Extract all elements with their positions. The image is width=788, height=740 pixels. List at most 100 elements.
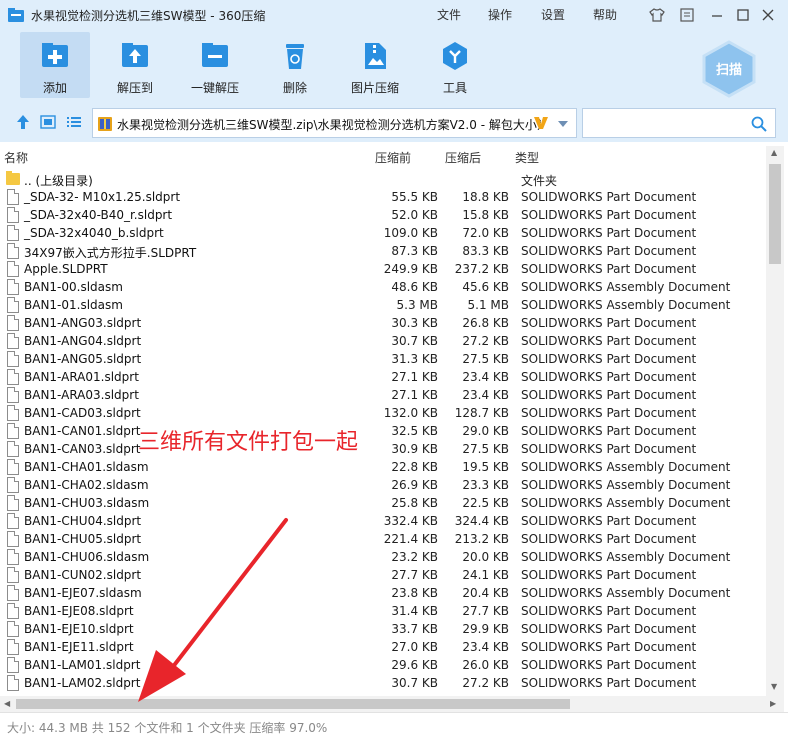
skin-button[interactable] [646, 4, 668, 26]
file-packed-size: 20.4 KB [462, 586, 509, 600]
column-name[interactable]: 名称 [4, 149, 28, 166]
file-name: BAN1-ANG05.sldprt [24, 352, 142, 366]
file-type: SOLIDWORKS Part Document [521, 640, 697, 654]
file-row[interactable]: _SDA-32x4040_b.sldprt 109.0 KB 72.0 KB SOLI… [0, 224, 766, 242]
file-packed-size: 15.8 KB [462, 208, 509, 222]
file-row[interactable]: BAN1-CHU03.sldasm 25.8 KB 22.5 KB SOLIDWORK… [0, 494, 766, 512]
file-type: SOLIDWORKS Part Document [521, 622, 697, 636]
file-name: Apple.SLDPRT [24, 262, 108, 276]
file-packed-size: 324.4 KB [454, 514, 509, 528]
vertical-scroll-thumb[interactable] [769, 164, 781, 264]
file-row[interactable]: BAN1-LAM02.sldprt 30.7 KB 27.2 KB SOLIDWORK… [0, 674, 766, 692]
file-row[interactable]: BAN1-CHU06.sldasm 23.2 KB 20.0 KB SOLIDWORK… [0, 548, 766, 566]
extract-to-button[interactable]: 解压到 [100, 32, 170, 98]
file-name: BAN1-ARA01.sldprt [24, 370, 139, 384]
file-row[interactable]: BAN1-EJE07.sldasm 23.8 KB 20.4 KB SOLIDWORK… [0, 584, 766, 602]
file-row[interactable]: BAN1-EJE08.sldprt 31.4 KB 27.7 KB SOLIDWORK… [0, 602, 766, 620]
search-icon[interactable] [751, 116, 767, 132]
column-size[interactable]: 压缩前 [375, 149, 411, 166]
file-list: .. (上级目录) 文件夹 _SDA-32- M10x1.25.sldprt 55.5… [0, 170, 766, 696]
file-row[interactable]: 34X97嵌入式方形拉手.SLDPRT 87.3 KB 83.3 KB SOLIDWO… [0, 242, 766, 260]
file-row[interactable]: _SDA-32x40-B40_r.sldprt 52.0 KB 15.8 KB SOL… [0, 206, 766, 224]
file-row[interactable]: BAN1-ANG04.sldprt 30.7 KB 27.2 KB SOLIDWORK… [0, 332, 766, 350]
file-row[interactable]: BAN1-LAM01.sldprt 29.6 KB 26.0 KB SOLIDWORK… [0, 656, 766, 674]
image-compress-label: 图片压缩 [350, 81, 399, 95]
file-icon [7, 207, 19, 223]
zip-archive-icon [98, 117, 112, 131]
file-row[interactable]: _SDA-32- M10x1.25.sldprt 55.5 KB 18.8 KB SO… [0, 188, 766, 206]
path-field[interactable]: 水果视觉检测分选机三维SW模型.zip\水果视觉检测分选机方案V2.0 - 解包… [92, 108, 577, 138]
menu-help[interactable]: 帮助 [593, 6, 617, 23]
scan-button[interactable]: 扫描 [700, 40, 758, 98]
delete-button[interactable]: 删除 [260, 32, 330, 98]
file-size: 30.7 KB [391, 334, 438, 348]
file-packed-size: 5.1 MB [467, 298, 509, 312]
column-type[interactable]: 类型 [515, 149, 539, 166]
file-row[interactable]: BAN1-EJE10.sldprt 33.7 KB 29.9 KB SOLIDWORK… [0, 620, 766, 638]
horizontal-scroll-thumb[interactable] [16, 699, 570, 709]
scroll-left-icon[interactable]: ◀ [4, 699, 10, 708]
file-row[interactable]: BAN1-01.sldasm 5.3 MB 5.1 MB SOLIDWORKS Ass… [0, 296, 766, 314]
image-compress-button[interactable]: 图片压缩 [340, 32, 410, 98]
menu-operate[interactable]: 操作 [488, 6, 512, 23]
file-row[interactable]: BAN1-00.sldasm 48.6 KB 45.6 KB SOLIDWORKS A… [0, 278, 766, 296]
tools-hexagon-icon [443, 42, 467, 70]
file-name: BAN1-01.sldasm [24, 298, 123, 312]
file-type: SOLIDWORKS Part Document [521, 370, 697, 384]
file-row[interactable]: BAN1-CAD03.sldprt 132.0 KB 128.7 KB SOLIDWO… [0, 404, 766, 422]
minimize-button[interactable] [706, 4, 728, 26]
file-type: SOLIDWORKS Part Document [521, 352, 697, 366]
vip-v-icon[interactable] [533, 115, 549, 131]
image-compress-icon [365, 43, 386, 69]
file-icon [7, 279, 19, 295]
parent-folder-row[interactable]: .. (上级目录) 文件夹 [0, 170, 766, 188]
file-row[interactable]: BAN1-CHA01.sldasm 22.8 KB 19.5 KB SOLIDWORK… [0, 458, 766, 476]
file-packed-size: 19.5 KB [462, 460, 509, 474]
file-row[interactable]: BAN1-EJE11.sldprt 27.0 KB 23.4 KB SOLIDWORK… [0, 638, 766, 656]
column-packed[interactable]: 压缩后 [445, 149, 481, 166]
file-size: 33.7 KB [391, 622, 438, 636]
file-row[interactable]: Apple.SLDPRT 249.9 KB 237.2 KB SOLIDWORKS P… [0, 260, 766, 278]
search-input[interactable] [582, 108, 776, 138]
menu-button[interactable] [676, 4, 698, 26]
file-size: 109.0 KB [383, 226, 438, 240]
file-row[interactable]: BAN1-CAN03.sldprt 30.9 KB 27.5 KB SOLIDWORK… [0, 440, 766, 458]
file-row[interactable]: BAN1-ARA01.sldprt 27.1 KB 23.4 KB SOLIDWORK… [0, 368, 766, 386]
chevron-down-icon[interactable] [557, 120, 569, 128]
tools-button[interactable]: 工具 [420, 32, 490, 98]
vertical-scrollbar[interactable]: ▲ ▼ [766, 146, 784, 696]
up-arrow-icon[interactable] [15, 114, 31, 130]
menu-file[interactable]: 文件 [437, 6, 461, 23]
file-row[interactable]: BAN1-ANG03.sldprt 30.3 KB 26.8 KB SOLIDWORK… [0, 314, 766, 332]
scroll-right-icon[interactable]: ▶ [770, 699, 776, 708]
menu-settings[interactable]: 设置 [541, 6, 565, 23]
file-row[interactable]: BAN1-CUN02.sldprt 27.7 KB 24.1 KB SOLIDWORK… [0, 566, 766, 584]
thumbnail-view-icon[interactable] [40, 114, 56, 130]
horizontal-scrollbar[interactable]: ◀ ▶ [0, 696, 784, 712]
file-name: BAN1-ANG04.sldprt [24, 334, 142, 348]
file-type: SOLIDWORKS Part Document [521, 604, 697, 618]
file-row[interactable]: BAN1-CHA02.sldasm 26.9 KB 23.3 KB SOLIDWORK… [0, 476, 766, 494]
file-row[interactable]: BAN1-ARA03.sldprt 27.1 KB 23.4 KB SOLIDWORK… [0, 386, 766, 404]
close-button[interactable] [757, 4, 779, 26]
status-bar: 大小: 44.3 MB 共 152 个文件和 1 个文件夹 压缩率 97.0% [0, 712, 788, 740]
file-packed-size: 27.2 KB [462, 676, 509, 690]
scroll-up-icon[interactable]: ▲ [771, 148, 777, 157]
file-row[interactable]: BAN1-CAN01.sldprt 32.5 KB 29.0 KB SOLIDWORK… [0, 422, 766, 440]
file-row[interactable]: BAN1-CHU05.sldprt 221.4 KB 213.2 KB SOLIDWO… [0, 530, 766, 548]
file-icon [7, 477, 19, 493]
file-type: SOLIDWORKS Assembly Document [521, 550, 731, 564]
file-size: 29.6 KB [391, 658, 438, 672]
file-type: SOLIDWORKS Part Document [521, 658, 697, 672]
add-button[interactable]: 添加 [20, 32, 90, 98]
file-packed-size: 213.2 KB [454, 532, 509, 546]
maximize-button[interactable] [732, 4, 754, 26]
one-click-extract-button[interactable]: 一键解压 [180, 32, 250, 98]
file-icon [7, 387, 19, 403]
file-row[interactable]: BAN1-ANG05.sldprt 31.3 KB 27.5 KB SOLIDWORK… [0, 350, 766, 368]
scroll-down-icon[interactable]: ▼ [771, 682, 777, 691]
list-view-icon[interactable] [66, 114, 82, 130]
file-row[interactable]: BAN1-CHU04.sldprt 332.4 KB 324.4 KB SOLIDWO… [0, 512, 766, 530]
delete-label: 删除 [282, 81, 307, 95]
file-icon [7, 567, 19, 583]
